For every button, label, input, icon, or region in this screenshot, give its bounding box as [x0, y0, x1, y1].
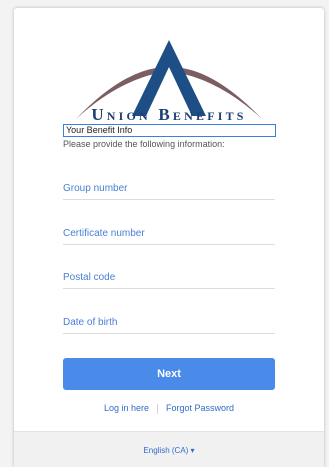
group-number-field[interactable]	[63, 177, 275, 200]
footer: English (CA) ▾	[14, 431, 324, 467]
brand-name: Union Benefits	[91, 105, 247, 124]
date-of-birth-input[interactable]	[63, 311, 275, 333]
certificate-number-field[interactable]	[63, 222, 275, 245]
auth-links: Log in here Forgot Password	[63, 403, 275, 417]
next-button[interactable]: Next	[63, 358, 275, 390]
postal-code-input[interactable]	[63, 266, 275, 288]
form-subtitle: Please provide the following information…	[63, 139, 225, 149]
login-card: Union Benefits Your Benefit Info Please …	[14, 8, 324, 467]
postal-code-field[interactable]	[63, 266, 275, 289]
language-selector[interactable]: English (CA) ▾	[14, 446, 324, 455]
date-of-birth-field[interactable]	[63, 311, 275, 334]
group-number-input[interactable]	[63, 177, 275, 199]
forgot-password-link[interactable]: Forgot Password	[166, 403, 234, 413]
form-heading: Your Benefit Info	[63, 124, 276, 137]
login-link[interactable]: Log in here	[104, 403, 149, 413]
link-divider	[157, 403, 158, 414]
certificate-number-input[interactable]	[63, 222, 275, 244]
